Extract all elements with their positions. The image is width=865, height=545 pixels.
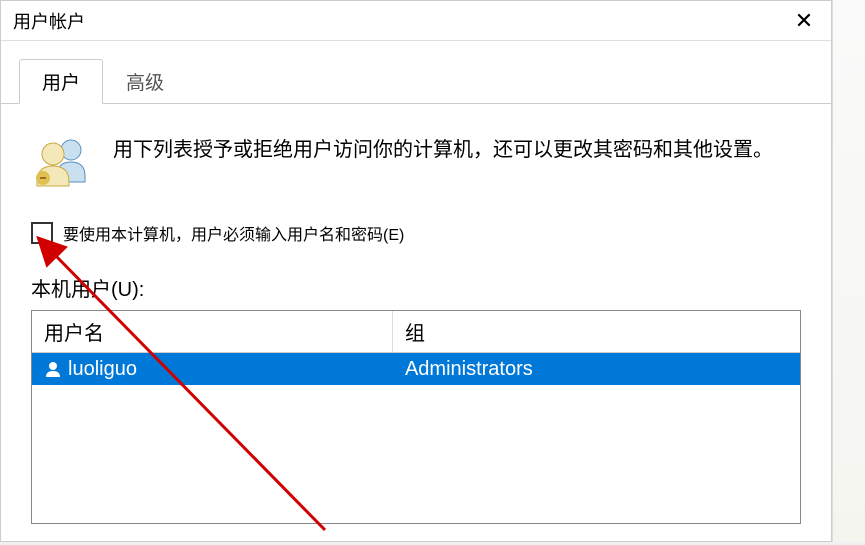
tab-user-label: 用户: [42, 73, 80, 94]
tab-advanced[interactable]: 高级: [103, 59, 187, 104]
require-password-row: 要使用本计算机，用户必须输入用户名和密码(E): [31, 221, 801, 245]
user-accounts-window: 用户帐户 ✕ 用户 高级 用下列表授予或拒绝用户访问你的计算机，还可以更改其密码…: [0, 0, 832, 542]
table-header: 用户名 组: [32, 311, 800, 353]
users-icon: [31, 134, 93, 189]
tab-advanced-label: 高级: [126, 73, 164, 94]
close-icon[interactable]: ✕: [789, 8, 819, 34]
require-password-checkbox[interactable]: [31, 222, 53, 244]
tab-user[interactable]: 用户: [19, 59, 103, 104]
description-row: 用下列表授予或拒绝用户访问你的计算机，还可以更改其密码和其他设置。: [31, 134, 801, 189]
tab-content: 用下列表授予或拒绝用户访问你的计算机，还可以更改其密码和其他设置。 要使用本计算…: [1, 104, 831, 524]
user-table: 用户名 组 luoliguo Adminis: [31, 310, 801, 524]
require-password-label: 要使用本计算机，用户必须输入用户名和密码(E): [63, 221, 404, 245]
window-title: 用户帐户: [13, 8, 85, 34]
user-icon: [44, 360, 62, 378]
column-header-username[interactable]: 用户名: [32, 311, 393, 352]
group-value: Administrators: [405, 358, 533, 380]
table-row[interactable]: luoliguo Administrators: [32, 353, 800, 385]
description-text: 用下列表授予或拒绝用户访问你的计算机，还可以更改其密码和其他设置。: [113, 134, 773, 166]
tab-strip: 用户 高级: [1, 59, 831, 104]
cell-group: Administrators: [393, 354, 800, 385]
table-body: luoliguo Administrators: [32, 353, 800, 523]
user-list-label: 本机用户(U):: [31, 273, 801, 302]
titlebar: 用户帐户 ✕: [1, 1, 831, 41]
cell-username: luoliguo: [32, 354, 393, 385]
background-panel: [832, 0, 865, 542]
username-value: luoliguo: [68, 358, 137, 381]
column-header-group[interactable]: 组: [393, 311, 800, 352]
